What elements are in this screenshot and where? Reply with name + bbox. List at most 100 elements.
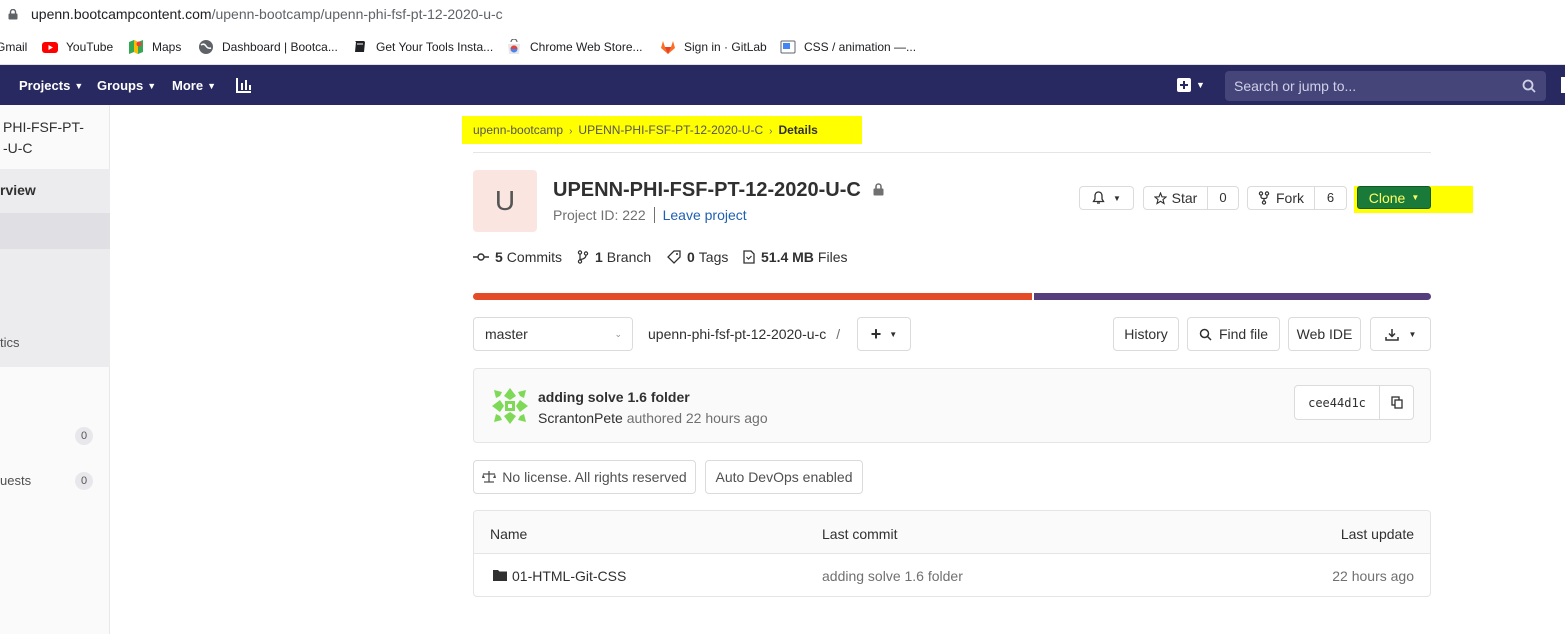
fork-button[interactable]: Fork: [1247, 186, 1315, 210]
chrome-store-icon: [508, 39, 520, 54]
column-header-last-update: Last update: [1340, 526, 1414, 542]
bookmark-gitlab[interactable]: Sign in · GitLab: [660, 39, 767, 55]
sidebar-item-analytics[interactable]: tics: [0, 335, 20, 350]
search-input[interactable]: Search or jump to...: [1225, 71, 1546, 101]
breadcrumb-current[interactable]: Details: [778, 123, 817, 137]
chevron-right-icon: ›: [569, 126, 573, 137]
chevron-down-icon: ▼: [74, 81, 84, 91]
nav-projects[interactable]: Projects ▼: [19, 78, 83, 93]
chevron-down-icon: ▼: [1196, 80, 1205, 90]
commit-sha-link[interactable]: cee44d1c: [1295, 386, 1380, 419]
chevron-down-icon: ▼: [1408, 329, 1417, 339]
header-divider: [473, 152, 1431, 153]
star-count[interactable]: 0: [1208, 186, 1239, 210]
gitlab-top-nav: Projects ▼ Groups ▼ More ▼ ▼ Search or jump…: [0, 65, 1565, 105]
bell-icon: [1092, 191, 1105, 204]
maps-icon: [129, 40, 143, 54]
commit-author-link[interactable]: ScrantonPete: [538, 410, 623, 426]
folder-icon: [493, 570, 507, 581]
file-tree-table: Name Last commit Last update 01-HTML-Git…: [473, 510, 1431, 597]
bookmark-gmail[interactable]: Gmail: [0, 39, 27, 55]
download-icon: [1384, 328, 1399, 341]
activity-chart-icon[interactable]: [236, 77, 252, 93]
column-header-name: Name: [490, 526, 528, 542]
language-bar-html[interactable]: [473, 293, 1033, 300]
find-file-button[interactable]: Find file: [1187, 317, 1280, 351]
history-button[interactable]: History: [1113, 317, 1179, 351]
chevron-down-icon: ▼: [147, 81, 157, 91]
youtube-icon: [42, 42, 58, 53]
file-icon: [743, 250, 755, 264]
web-ide-button[interactable]: Web IDE: [1288, 317, 1361, 351]
files-stat[interactable]: 51.4 MB Files: [743, 249, 847, 265]
auto-devops-badge[interactable]: Auto DevOps enabled: [705, 460, 863, 494]
bookmarks-bar: Gmail YouTube Maps Dashboard | Bootca...…: [0, 30, 1565, 65]
project-title: UPENN-PHI-FSF-PT-12-2020-U-C: [553, 179, 861, 201]
branch-selector[interactable]: master ⌄: [473, 317, 633, 351]
scale-icon: [482, 471, 497, 483]
star-button[interactable]: Star: [1143, 186, 1208, 210]
chevron-right-icon: ›: [769, 126, 773, 137]
bookmark-dashboard[interactable]: Dashboard | Bootca...: [198, 39, 338, 55]
notification-dropdown[interactable]: ▼: [1079, 186, 1134, 210]
file-last-commit-link[interactable]: adding solve 1.6 folder: [822, 568, 963, 584]
bookmark-get-tools[interactable]: Get Your Tools Insta...: [352, 39, 493, 55]
add-to-tree-dropdown[interactable]: + ▼: [857, 317, 911, 351]
repo-path: upenn-phi-fsf-pt-12-2020-u-c /: [648, 326, 841, 342]
address-bar[interactable]: upenn.bootcampcontent.com/upenn-bootcamp…: [0, 0, 1565, 30]
issues-count-badge: 0: [75, 427, 93, 445]
url-text: upenn.bootcampcontent.com/upenn-bootcamp…: [31, 6, 503, 22]
nav-more[interactable]: More ▼: [172, 78, 216, 93]
chevron-down-icon: ⌄: [614, 329, 622, 339]
breadcrumb: upenn-bootcamp › UPENN-PHI-FSF-PT-12-2020-…: [473, 123, 818, 137]
license-badge[interactable]: No license. All rights reserved: [473, 460, 696, 494]
search-icon: [1522, 79, 1536, 93]
bookmark-maps[interactable]: Maps: [128, 39, 181, 55]
breadcrumb-project-link[interactable]: UPENN-PHI-FSF-PT-12-2020-U-C: [578, 123, 763, 137]
search-icon: [1199, 328, 1212, 341]
commits-stat[interactable]: 5 Commits: [473, 249, 562, 265]
language-bar-css[interactable]: [1034, 293, 1431, 300]
bookmark-youtube[interactable]: YouTube: [42, 39, 113, 55]
chevron-down-icon: ▼: [207, 81, 216, 91]
user-menu-edge[interactable]: [1561, 77, 1565, 93]
branch-icon: [577, 250, 589, 264]
star-icon: [1153, 191, 1167, 205]
bookmark-chrome-store[interactable]: Chrome Web Store...: [506, 39, 643, 55]
fork-icon: [1258, 191, 1270, 205]
copy-sha-button[interactable]: [1380, 386, 1413, 419]
lock-icon: [8, 9, 18, 20]
sidebar-project-name[interactable]: PHI-FSF-PT- -U-C: [3, 117, 84, 159]
nav-groups[interactable]: Groups ▼: [97, 78, 156, 93]
project-sidebar: PHI-FSF-PT- -U-C rview tics 0 uests 0: [0, 105, 110, 634]
commit-meta: ScrantonPete authored 22 hours ago: [538, 410, 768, 426]
private-lock-icon: [873, 183, 884, 196]
copy-icon: [1390, 396, 1403, 409]
column-header-last-commit: Last commit: [822, 526, 898, 542]
sidebar-subitem-details[interactable]: [0, 213, 110, 249]
download-dropdown[interactable]: ▼: [1370, 317, 1431, 351]
sidebar-subitems: tics: [0, 249, 110, 367]
tag-icon: [667, 250, 681, 264]
book-icon: [355, 41, 365, 52]
leave-project-link[interactable]: Leave project: [663, 207, 747, 223]
fork-count[interactable]: 6: [1315, 186, 1347, 210]
repository-language-bar[interactable]: [473, 293, 1431, 300]
bookmark-css-animation[interactable]: CSS / animation —...: [780, 39, 916, 55]
author-avatar[interactable]: [490, 386, 530, 426]
tags-stat[interactable]: 0 Tags: [667, 249, 728, 265]
file-name-link[interactable]: 01-HTML-Git-CSS: [512, 568, 626, 584]
chevron-down-icon: ▼: [1411, 193, 1420, 202]
branches-stat[interactable]: 1 Branch: [577, 249, 651, 265]
chevron-down-icon: ▼: [1113, 193, 1121, 203]
repo-path-link[interactable]: upenn-phi-fsf-pt-12-2020-u-c: [648, 326, 826, 342]
plus-square-icon: [1177, 78, 1191, 92]
project-id-row: Project ID: 222 Leave project: [553, 207, 747, 223]
clone-button[interactable]: Clone ▼: [1357, 186, 1431, 209]
file-last-update: 22 hours ago: [1332, 568, 1414, 584]
sidebar-item-overview[interactable]: rview: [0, 169, 110, 213]
sidebar-item-merge-requests[interactable]: uests: [0, 473, 31, 488]
commit-title-link[interactable]: adding solve 1.6 folder: [538, 389, 690, 405]
breadcrumb-group-link[interactable]: upenn-bootcamp: [473, 123, 563, 137]
new-item-dropdown[interactable]: ▼: [1177, 78, 1205, 92]
